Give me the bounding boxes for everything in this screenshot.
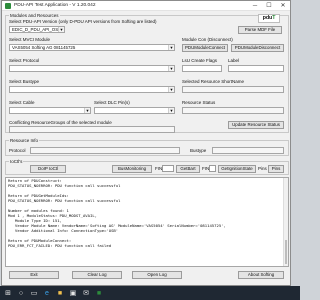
mvci-module-select[interactable]: VAS5054 Softing AG 081145725 ▼ xyxy=(9,44,175,51)
windows-start-icon[interactable]: ⊞ xyxy=(3,288,13,298)
edge-icon[interactable]: e xyxy=(42,288,52,298)
api-version-label: Select PDU-API Version (only D-PDU API v… xyxy=(9,19,157,24)
pdu-module-disconnect-button[interactable]: PDUModuleDisconnect xyxy=(231,44,284,52)
busmonitoring-button[interactable]: BusMonitoring xyxy=(112,165,152,173)
window-controls: ─ ☐ ✕ xyxy=(248,1,290,10)
bustype-select[interactable]: ▼ xyxy=(9,86,175,93)
resource-status-field xyxy=(182,107,284,114)
doip-ioctl-button[interactable]: DoIP IoCtl xyxy=(30,165,66,173)
fin-indicator xyxy=(162,165,174,172)
lsu-create-flags-label: LsU Create Flags xyxy=(182,58,218,63)
log-scrollbar[interactable] xyxy=(283,178,288,266)
pdu-logo: pduT xyxy=(258,14,280,23)
protocol-label: Select Protocol xyxy=(9,58,40,63)
chevron-down-icon: ▼ xyxy=(168,87,174,92)
pdu-module-connect-button[interactable]: PDUModuleConnect xyxy=(182,44,228,52)
explorer-icon[interactable]: ■ xyxy=(55,288,65,298)
ri-bustype-label: Bustype xyxy=(190,148,207,153)
modules-group-title: Modules and Resources xyxy=(9,13,60,18)
ri-protocol-label: Protocol xyxy=(9,148,26,153)
exit-button[interactable]: Exit xyxy=(9,271,59,279)
pins-button[interactable]: Pins xyxy=(268,165,284,173)
chevron-down-icon: ▼ xyxy=(58,27,64,32)
shortname-label: Selected Resource ShortName xyxy=(182,79,245,84)
resource-info-title: Resource Info xyxy=(9,138,40,143)
chevron-down-icon: ▼ xyxy=(168,45,174,50)
store-icon[interactable]: ▣ xyxy=(68,288,78,298)
search-icon[interactable]: ○ xyxy=(16,288,26,298)
minimize-button[interactable]: ─ xyxy=(248,1,262,10)
getignitionstate-button[interactable]: GetIgnitionState xyxy=(218,165,256,173)
bustype-label: Select Bustype xyxy=(9,79,40,84)
open-log-button[interactable]: Open Log xyxy=(132,271,182,279)
fin2-indicator xyxy=(209,165,216,172)
conflicting-field xyxy=(9,126,175,133)
about-softing-button[interactable]: About Softing xyxy=(238,271,284,279)
protocol-select[interactable]: ▼ xyxy=(9,65,175,72)
lsu-create-flags-field[interactable] xyxy=(182,65,222,72)
module-conn-label: Module Con (Disconnect) xyxy=(182,37,233,42)
maximize-button[interactable]: ☐ xyxy=(262,1,276,10)
close-button[interactable]: ✕ xyxy=(276,1,290,10)
taskbar: ⊞ ○ ▭ e ■ ▣ ✉ ■ xyxy=(0,286,300,300)
ri-bustype-field xyxy=(212,147,284,154)
api-version-select[interactable]: EDIC_D_PDU_API_OS ▼ xyxy=(9,26,65,33)
app-window: PDU-API Test Application - V 1.20.042 ─ … xyxy=(1,0,291,286)
log-lines: Return of PDUConstruct: PDU_STATUS_NOERRO… xyxy=(6,178,288,258)
cable-select[interactable]: ▼ xyxy=(9,107,91,114)
clear-log-button[interactable]: Clear Log xyxy=(72,271,122,279)
app-icon[interactable]: ■ xyxy=(94,288,104,298)
dlc-pins-label: Select DLC Pin(s) xyxy=(94,100,130,105)
chevron-down-icon: ▼ xyxy=(84,108,90,113)
select-mvci-label: Select MVCI Module xyxy=(9,37,51,42)
title-bar: PDU-API Test Application - V 1.20.042 ─ … xyxy=(2,1,290,11)
dlc-pins-select[interactable]: ▼ xyxy=(94,107,175,114)
resource-status-label: Resource Status xyxy=(182,100,216,105)
chevron-down-icon: ▼ xyxy=(168,66,174,71)
app-icon xyxy=(5,2,11,9)
parse-mdf-button[interactable]: Parse MDF File xyxy=(238,26,282,34)
shortname-field xyxy=(182,86,284,93)
pins-label: Pins xyxy=(258,166,267,171)
chevron-down-icon: ▼ xyxy=(168,108,174,113)
label-label: Label xyxy=(228,58,240,63)
ri-protocol-field xyxy=(30,147,180,154)
conflicting-label: Conflicting ResourceGroups of the select… xyxy=(9,120,112,125)
getbart-button[interactable]: GetBart xyxy=(176,165,200,173)
cable-label: Select Cable xyxy=(9,100,35,105)
mail-icon[interactable]: ✉ xyxy=(81,288,91,298)
log-scrollbar-thumb[interactable] xyxy=(285,240,287,264)
label-field[interactable] xyxy=(228,65,284,72)
log-output[interactable]: Return of PDUConstruct: PDU_STATUS_NOERRO… xyxy=(5,177,289,267)
window-title: PDU-API Test Application - V 1.20.042 xyxy=(14,3,96,8)
ioctl-title: IoCtl's xyxy=(9,159,24,164)
task-view-icon[interactable]: ▭ xyxy=(29,288,39,298)
update-resource-status-button[interactable]: Update Resource Status xyxy=(228,121,284,129)
